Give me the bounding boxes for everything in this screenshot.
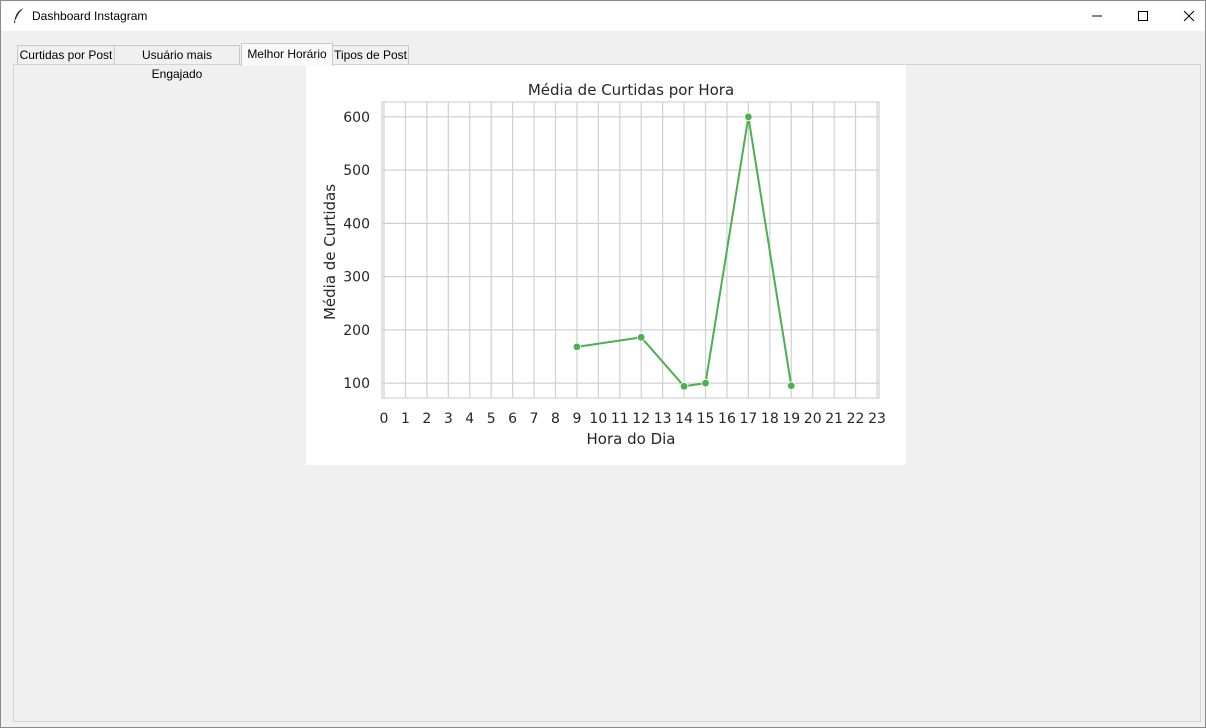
data-point [701,378,710,388]
x-tick-label: 8 [551,411,560,427]
x-tick-label: 20 [804,411,822,427]
x-tick-label: 10 [589,411,607,427]
x-axis-label: Hora do Dia [587,430,676,448]
line-chart: 0 1 2 3 4 5 6 7 8 9 10 11 12 13 14 15 16 17 18 19 20 21 22 2310… [321,81,886,448]
tab-tipos-de-post[interactable]: Tipos de Post [332,45,409,64]
x-tick-label: 1 [401,411,410,427]
minimize-button[interactable] [1074,1,1120,31]
y-tick-label: 400 [343,216,370,232]
minimize-icon [1092,15,1102,17]
tab-curtidas-por-post[interactable]: Curtidas por Post [17,45,115,64]
chart-figure: 0 1 2 3 4 5 6 7 8 9 10 11 12 13 14 15 16 17 18 19 20 21 22 23 10… [306,65,906,465]
tab-usuario-mais-engajado[interactable]: Usuário mais Engajado [114,45,240,81]
x-tick-label: 12 [632,411,650,427]
x-tick-label: 14 [675,411,693,427]
tab-melhor-horario[interactable]: Melhor Horário [241,43,333,66]
x-tick-label: 5 [487,411,496,427]
close-icon [1183,10,1195,22]
x-tick-label: 7 [530,411,539,427]
data-point [637,333,646,342]
data-point [787,381,796,390]
x-tick-label: 0 [380,411,389,427]
y-axis-label: Média de Curtidas [321,184,339,320]
y-tick-label: 100 [343,376,370,392]
data-point [572,342,582,352]
y-tick-label: 300 [343,270,370,286]
y-tick-label: 600 [343,110,370,126]
x-tick-label: 17 [739,411,757,427]
x-tick-label: 9 [572,411,581,427]
x-tick-label: 2 [422,411,431,427]
app-window: Dashboard Instagram Curtidas por Post Us… [0,0,1206,728]
y-tick-label: 500 [343,163,370,179]
x-tick-label: 15 [697,411,715,427]
plot-frame [381,101,880,399]
title-bar[interactable]: Dashboard Instagram [1,1,1205,31]
data-point [679,382,689,391]
maximize-icon [1138,11,1148,21]
data-point [744,112,753,122]
x-tick-label: 22 [847,411,865,427]
x-tick-label: 13 [654,411,672,427]
window-title: Dashboard Instagram [32,9,148,23]
feather-icon [12,7,26,25]
y-tick-label: 200 [343,323,370,339]
x-tick-label: 4 [465,411,474,427]
close-button[interactable] [1166,1,1206,31]
chart-title: Média de Curtidas por Hora [528,81,734,99]
x-tick-label: 3 [444,411,453,427]
x-tick-label: 18 [761,411,779,427]
maximize-button[interactable] [1120,1,1166,31]
x-tick-label: 19 [782,411,800,427]
x-tick-label: 11 [611,411,629,427]
x-tick-label: 6 [508,411,517,427]
x-tick-label: 16 [718,411,736,427]
x-tick-label: 23 [868,411,886,427]
x-tick-label: 21 [825,411,843,427]
